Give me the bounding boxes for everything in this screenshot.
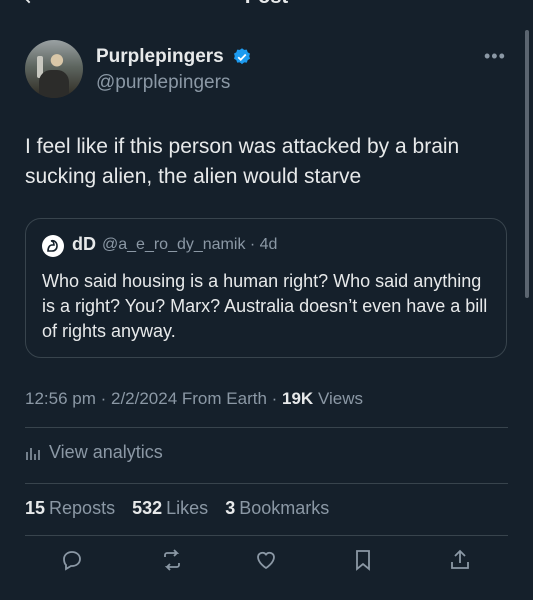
- reply-icon: [63, 551, 81, 571]
- view-analytics-label: View analytics: [49, 442, 163, 462]
- bookmark-button[interactable]: [351, 548, 375, 572]
- flexed-arm-icon: [42, 235, 64, 257]
- action-bar: [0, 548, 533, 584]
- likes-count: 532: [132, 498, 163, 518]
- divider: [25, 483, 508, 484]
- views-label: Views: [317, 389, 363, 408]
- repost-icon: [164, 549, 180, 571]
- quote-avatar: [42, 235, 64, 257]
- top-bar: Post: [0, 0, 533, 12]
- quote-author-name: dD: [72, 234, 96, 254]
- bookmarks-stat[interactable]: 3 Bookmarks: [225, 498, 329, 518]
- author-display-name[interactable]: Purplepingers: [96, 46, 224, 68]
- tweet-meta: 12:56 pm · 2/2/2024 From Earth · 19K Vie…: [25, 389, 363, 409]
- reposts-stat[interactable]: 15 Reposts: [25, 498, 115, 518]
- view-analytics-link[interactable]: View analytics: [25, 442, 163, 463]
- reposts-count: 15: [25, 498, 46, 518]
- like-button[interactable]: [254, 548, 278, 572]
- share-button[interactable]: [448, 548, 472, 572]
- quote-text: Who said housing is a human right? Who s…: [42, 271, 488, 341]
- likes-stat[interactable]: 532 Likes: [132, 498, 208, 518]
- bookmarks-count: 3: [225, 498, 236, 518]
- bookmark-icon: [356, 550, 370, 571]
- more-icon[interactable]: •••: [484, 46, 506, 67]
- tweet-text: I feel like if this person was attacked …: [25, 135, 460, 188]
- author-handle[interactable]: @purplepingers: [96, 72, 230, 94]
- page-title: Post: [0, 0, 533, 9]
- quote-tweet-card[interactable]: dD @a_e_ro_dy_namik · 4d Who said housin…: [25, 218, 507, 358]
- divider: [25, 427, 508, 428]
- divider: [25, 535, 508, 536]
- analytics-icon: [26, 447, 40, 460]
- verified-icon: [234, 48, 250, 65]
- likes-label: Likes: [166, 498, 209, 518]
- views-count: 19K: [282, 389, 314, 408]
- share-icon: [451, 549, 469, 569]
- avatar[interactable]: [25, 40, 83, 98]
- scrollbar[interactable]: [525, 30, 529, 298]
- bookmarks-label: Bookmarks: [239, 498, 330, 518]
- timestamp: 12:56 pm · 2/2/2024 From Earth ·: [25, 389, 283, 408]
- reposts-label: Reposts: [49, 498, 116, 518]
- engagement-stats: 15 Reposts 532 Likes 3 Bookmarks: [25, 498, 341, 519]
- like-icon: [257, 551, 275, 570]
- quote-author-handle: @a_e_ro_dy_namik · 4d: [102, 236, 278, 253]
- reply-button[interactable]: [60, 548, 84, 572]
- repost-button[interactable]: [160, 548, 184, 572]
